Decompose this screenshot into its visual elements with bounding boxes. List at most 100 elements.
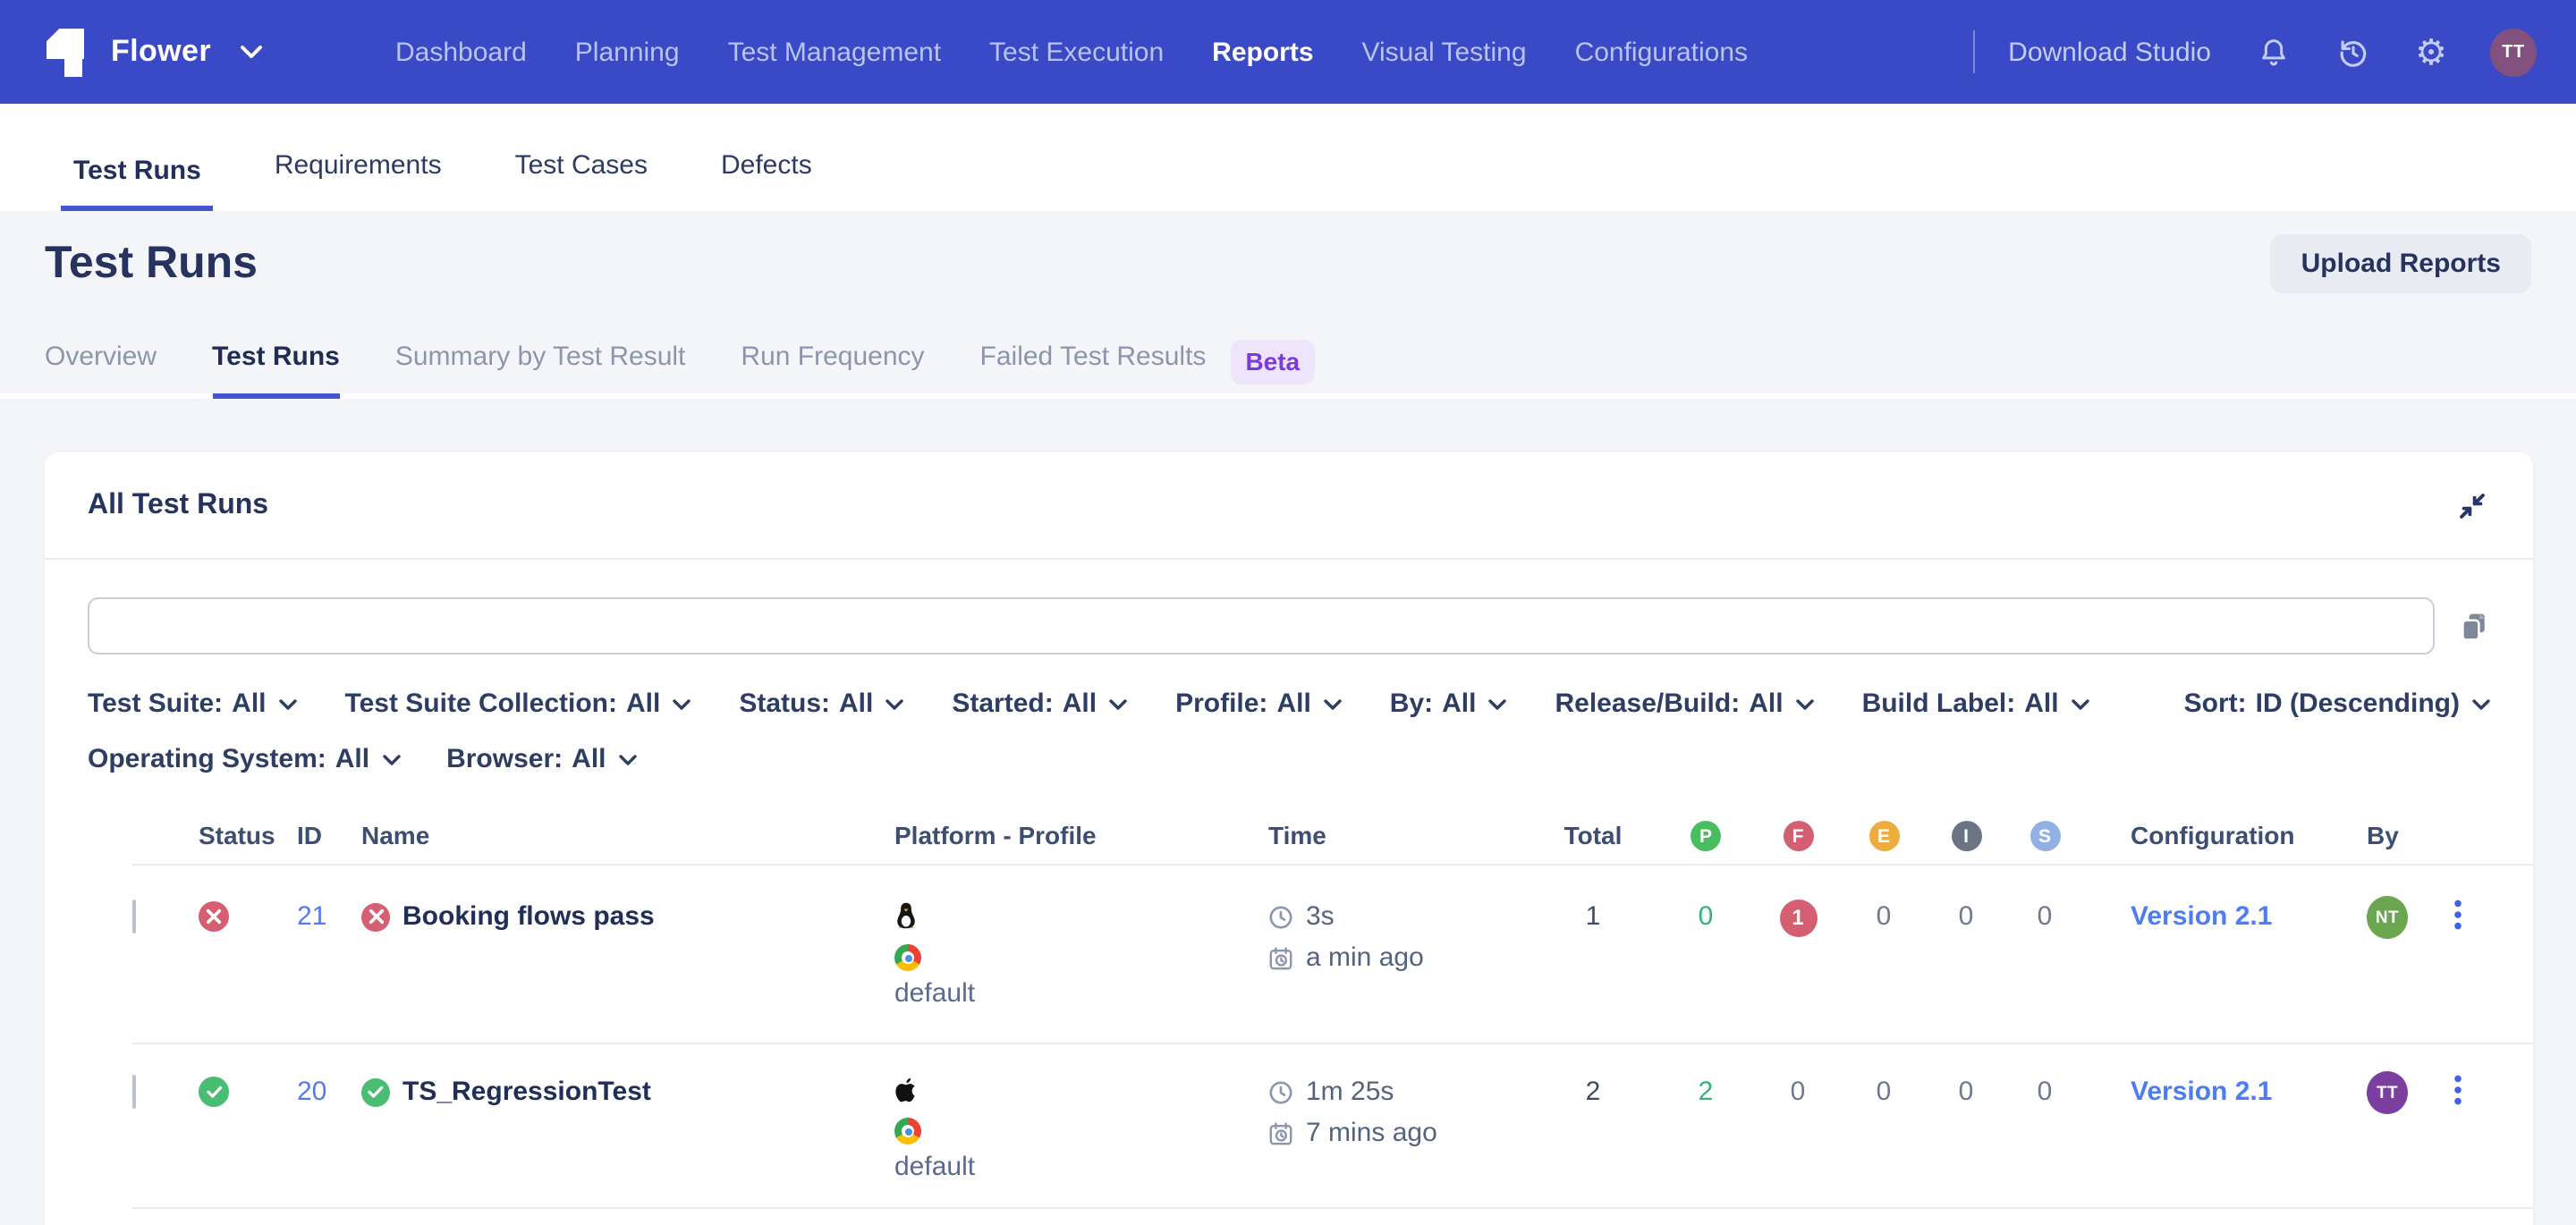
- failed-count: 0: [1755, 1077, 1841, 1107]
- duration-clock-icon: [1268, 1079, 1293, 1104]
- filter-operating-system[interactable]: Operating System: All: [88, 744, 400, 774]
- duration-clock-icon: [1268, 904, 1293, 929]
- sort-dropdown[interactable]: Sort: ID (Descending): [2184, 689, 2490, 719]
- search-row: [88, 597, 2490, 655]
- table-row[interactable]: 21 Booking flows pass default: [132, 866, 2533, 1044]
- run-name-link[interactable]: TS_RegressionTest: [402, 1077, 651, 1107]
- chevron-down-icon: [2472, 698, 2490, 709]
- filter-build-label[interactable]: Build Label: All: [1862, 689, 2089, 719]
- nav-item-reports[interactable]: Reports: [1212, 37, 1313, 67]
- passed-count: 2: [1657, 1077, 1755, 1107]
- nav-item-test-management[interactable]: Test Management: [728, 37, 941, 67]
- settings-gear-icon[interactable]: ⚙: [2411, 32, 2451, 72]
- passed-legend-icon: P: [1690, 822, 1721, 852]
- nav-item-configurations[interactable]: Configurations: [1575, 37, 1748, 67]
- collapse-icon[interactable]: [2458, 491, 2487, 520]
- filter-started[interactable]: Started: All: [952, 689, 1127, 719]
- run-started-ago: a min ago: [1306, 942, 1424, 973]
- passed-status-icon: [199, 1077, 229, 1107]
- started-calendar-icon: [1268, 1120, 1293, 1145]
- report-tab-summary-by-test-result[interactable]: Summary by Test Result: [395, 342, 686, 399]
- search-input[interactable]: [88, 597, 2435, 655]
- chrome-browser-icon: [894, 944, 921, 971]
- report-tab-overview[interactable]: Overview: [45, 342, 157, 399]
- ignored-count: 0: [1927, 1077, 2005, 1107]
- errors-legend-icon: E: [1868, 822, 1899, 852]
- col-configuration: Configuration: [2084, 821, 2342, 849]
- col-id: ID: [297, 821, 361, 849]
- app-window: Flower Dashboard Planning Test Managemen…: [0, 0, 2576, 1225]
- download-studio-link[interactable]: Download Studio: [2008, 37, 2211, 67]
- run-name-link[interactable]: Booking flows pass: [402, 901, 655, 932]
- run-by-avatar[interactable]: NT: [2367, 896, 2408, 939]
- nav-item-visual-testing[interactable]: Visual Testing: [1362, 37, 1527, 67]
- nav-item-planning[interactable]: Planning: [575, 37, 680, 67]
- filter-test-suite-collection[interactable]: Test Suite Collection: All: [345, 689, 691, 719]
- report-tabs: Overview Test Runs Summary by Test Resul…: [0, 340, 2576, 399]
- chevron-down-icon: [1324, 698, 1342, 709]
- failed-count-badge: 1: [1779, 899, 1817, 936]
- history-icon[interactable]: [2333, 32, 2372, 72]
- filter-test-suite[interactable]: Test Suite: All: [88, 689, 297, 719]
- run-id-link[interactable]: 20: [297, 1077, 326, 1107]
- passed-status-icon: [361, 1077, 390, 1106]
- chrome-browser-icon: [894, 1118, 921, 1145]
- filter-by[interactable]: By: All: [1390, 689, 1507, 719]
- project-chevron-down-icon[interactable]: [240, 45, 263, 59]
- total-count: 1: [1530, 901, 1657, 932]
- errors-count: 0: [1841, 901, 1927, 932]
- all-test-runs-panel: All Test Runs Test Suite:: [45, 452, 2533, 1225]
- app-logo-icon[interactable]: [47, 27, 86, 77]
- panel-title: All Test Runs: [88, 489, 268, 521]
- run-id-link[interactable]: 21: [297, 901, 326, 932]
- tab-test-runs[interactable]: Test Runs: [61, 156, 214, 211]
- upload-reports-button[interactable]: Upload Reports: [2271, 233, 2531, 292]
- row-checkbox[interactable]: [132, 1075, 136, 1109]
- panel-header: All Test Runs: [45, 452, 2533, 560]
- tab-requirements[interactable]: Requirements: [262, 150, 454, 211]
- filter-release-build[interactable]: Release/Build: All: [1555, 689, 1813, 719]
- row-checkbox[interactable]: [132, 900, 136, 934]
- report-tab-test-runs[interactable]: Test Runs: [212, 342, 340, 399]
- filter-profile[interactable]: Profile: All: [1175, 689, 1342, 719]
- filters-row-2: Operating System: All Browser: All: [88, 744, 2490, 774]
- report-tab-run-frequency[interactable]: Run Frequency: [741, 342, 924, 399]
- copy-icon[interactable]: [2458, 609, 2490, 643]
- page-title: Test Runs: [45, 237, 258, 289]
- stopped-count: 0: [2005, 1077, 2084, 1107]
- configuration-link[interactable]: Version 2.1: [2131, 901, 2272, 932]
- filter-browser[interactable]: Browser: All: [446, 744, 636, 774]
- chevron-down-icon: [619, 754, 637, 765]
- row-actions-kebab-icon[interactable]: [2424, 1075, 2490, 1105]
- configuration-link[interactable]: Version 2.1: [2131, 1077, 2272, 1107]
- started-calendar-icon: [1268, 945, 1293, 970]
- col-total: Total: [1530, 821, 1657, 849]
- project-name[interactable]: Flower: [111, 34, 211, 70]
- table-header: Status ID Name Platform - Profile Time T…: [132, 807, 2533, 866]
- run-by-avatar[interactable]: TT: [2367, 1071, 2408, 1114]
- title-bar: Test Runs Upload Reports: [45, 224, 2531, 302]
- failed-status-icon: [199, 901, 229, 932]
- chevron-down-icon: [1109, 698, 1127, 709]
- tab-defects[interactable]: Defects: [708, 150, 825, 211]
- notifications-bell-icon[interactable]: [2254, 32, 2293, 72]
- row-actions-kebab-icon[interactable]: [2424, 900, 2490, 930]
- filters-row-1: Test Suite: All Test Suite Collection: A…: [88, 689, 2490, 719]
- profile-name: default: [894, 1152, 975, 1182]
- page-tabs: Test Runs Requirements Test Cases Defect…: [0, 104, 2576, 211]
- chevron-down-icon: [2072, 698, 2089, 709]
- failed-legend-icon: F: [1783, 822, 1813, 852]
- stopped-count: 0: [2005, 901, 2084, 932]
- col-time: Time: [1268, 821, 1530, 849]
- filter-status[interactable]: Status: All: [739, 689, 903, 719]
- beta-badge: Beta: [1231, 340, 1314, 384]
- nav-item-test-execution[interactable]: Test Execution: [989, 37, 1164, 67]
- report-tab-failed-test-results[interactable]: Failed Test Results: [980, 342, 1207, 399]
- nav-item-dashboard[interactable]: Dashboard: [395, 37, 527, 67]
- table-row[interactable]: 20 TS_RegressionTest default: [132, 1044, 2533, 1209]
- run-started-ago: 7 mins ago: [1306, 1118, 1437, 1148]
- run-duration: 3s: [1306, 901, 1335, 932]
- user-avatar[interactable]: TT: [2490, 28, 2537, 76]
- tab-test-cases[interactable]: Test Cases: [503, 150, 660, 211]
- total-count: 2: [1530, 1077, 1657, 1107]
